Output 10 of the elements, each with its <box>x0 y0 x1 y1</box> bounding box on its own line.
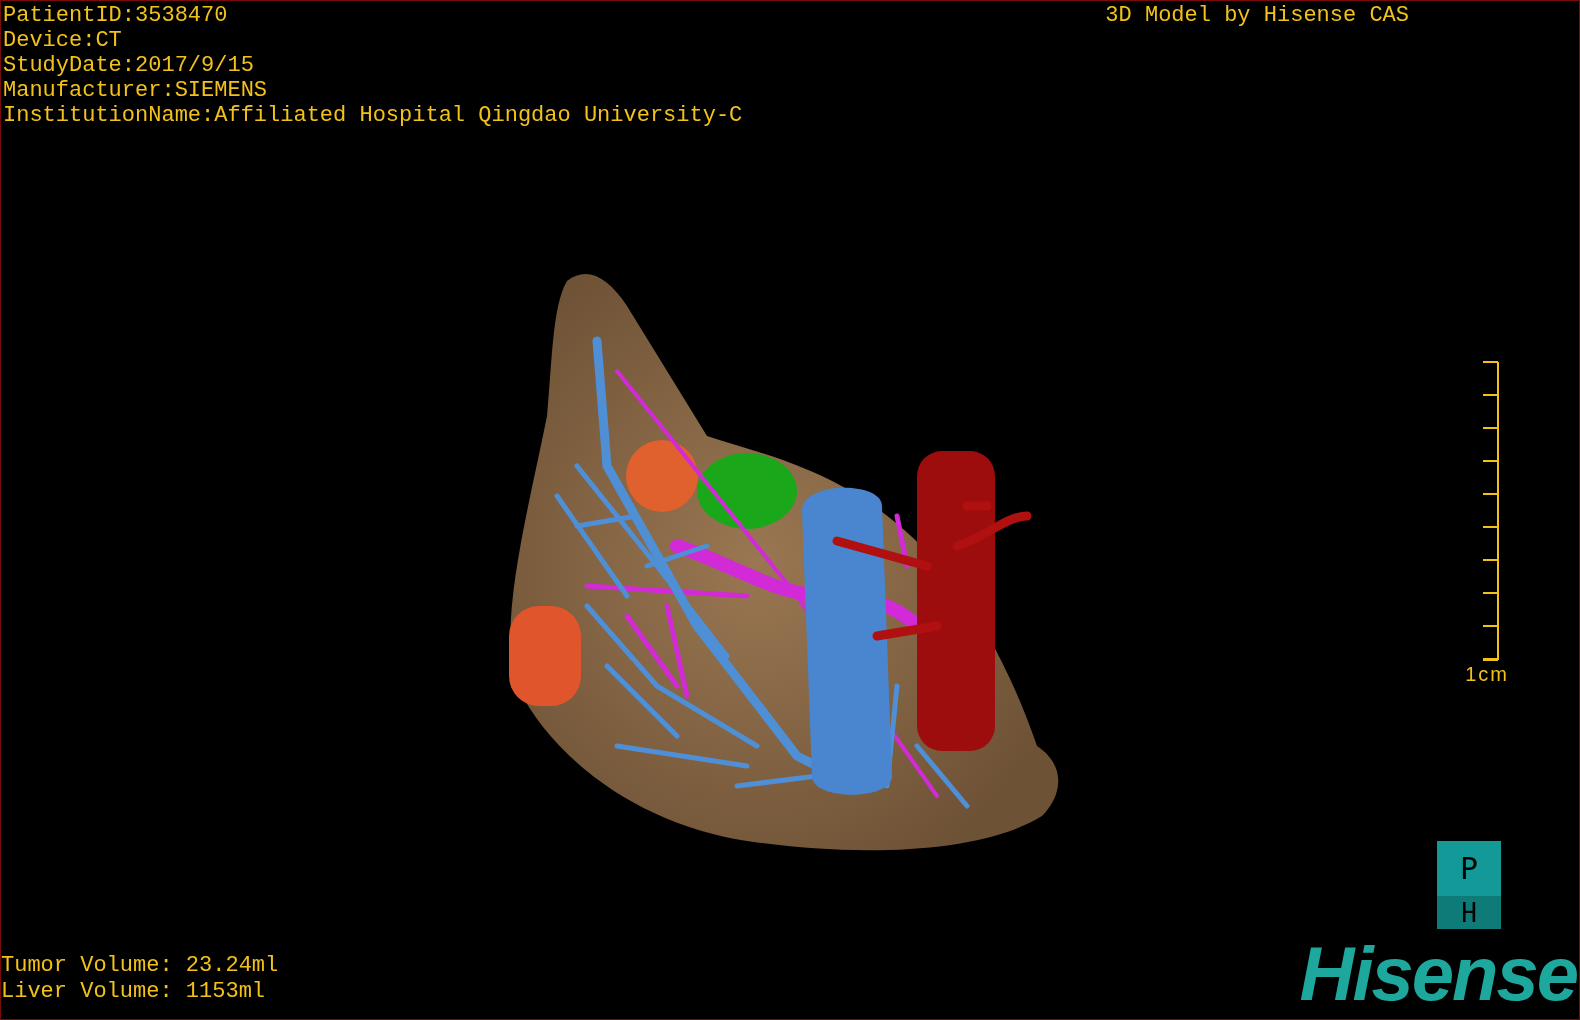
study-info-text: Manufacturer:SIEMENS <box>3 78 269 103</box>
volume-text: Liver Volume: 1153ml <box>1 979 267 1005</box>
logo-text: Hisense <box>1299 941 1577 1007</box>
study-info-text: StudyDate:2017/9/15 <box>3 53 255 78</box>
scale-label: 1cm <box>1465 662 1509 686</box>
study-info-text: PatientID:3538470 <box>3 3 229 28</box>
study-info-text: InstitutionName:Affiliated Hospital Qingdao University-C <box>3 103 743 128</box>
volume-text: Tumor Volume: 23.24ml <box>1 953 279 979</box>
study-info-text: Device:CT <box>3 28 123 53</box>
credit-text: 3D Model by Hisense CAS <box>1105 3 1409 28</box>
